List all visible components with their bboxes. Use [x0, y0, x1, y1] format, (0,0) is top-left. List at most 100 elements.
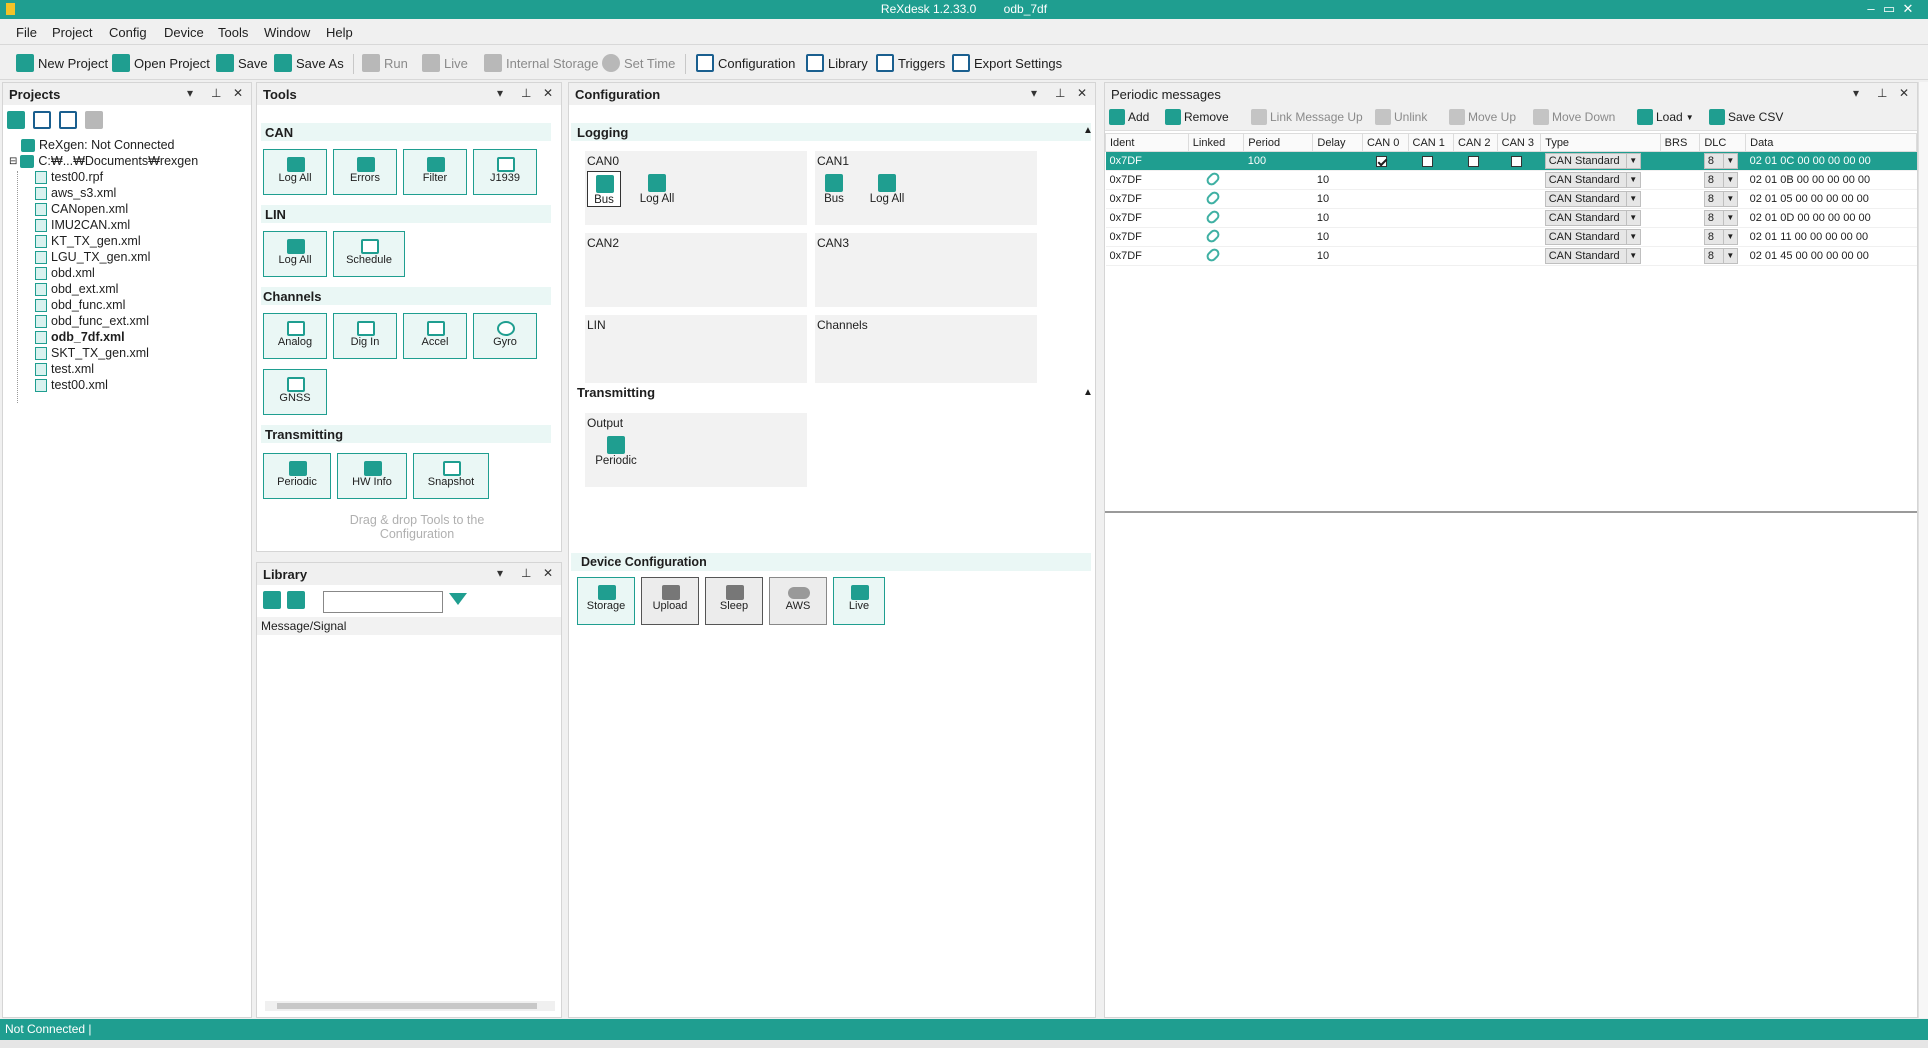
cell-linked[interactable] — [1188, 151, 1244, 171]
cell-type[interactable]: CAN Standard ▼ — [1540, 151, 1661, 171]
close-panel-icon[interactable]: ✕ — [1077, 86, 1087, 100]
tool-analog[interactable]: Analog — [263, 313, 327, 359]
cell-can1[interactable] — [1408, 189, 1454, 209]
cell-delay[interactable]: 10 — [1312, 246, 1363, 266]
edit-file-icon[interactable] — [33, 111, 51, 129]
tool-gyro[interactable]: Gyro — [473, 313, 537, 359]
device-live[interactable]: Live — [833, 577, 885, 625]
cell-can0[interactable] — [1362, 227, 1409, 247]
load-button[interactable]: Load ▼ — [1637, 109, 1694, 125]
pin-icon[interactable]: ⊥ — [211, 86, 221, 100]
cell-ident[interactable]: 0x7DF — [1105, 208, 1189, 228]
col-type[interactable]: Type — [1540, 133, 1661, 152]
configuration-button[interactable]: Configuration — [696, 51, 795, 75]
panel-menu-icon[interactable]: ▾ — [187, 86, 193, 100]
type-select[interactable]: CAN Standard ▼ — [1544, 191, 1641, 207]
maximize-button[interactable]: ▭ — [1880, 1, 1898, 17]
device-upload[interactable]: Upload — [641, 577, 699, 625]
tool-lin-schedule[interactable]: Schedule — [333, 231, 405, 277]
project-file-item[interactable]: obd_ext.xml — [35, 281, 118, 297]
panel-menu-icon[interactable]: ▾ — [1031, 86, 1037, 100]
cell-delay[interactable]: 10 — [1312, 189, 1363, 209]
cell-data[interactable]: 02 01 0C 00 00 00 00 00 — [1745, 151, 1917, 171]
table-row[interactable]: 0x7DF 10 CAN Standard ▼ 8 ▼ 02 01 11 00 00 00 … — [1105, 227, 1917, 247]
menu-help[interactable]: Help — [326, 25, 353, 40]
col-brs[interactable]: BRS — [1659, 133, 1701, 152]
can0-slot[interactable]: CAN0 Bus Log All — [585, 151, 807, 225]
cell-can2[interactable] — [1453, 208, 1498, 228]
cell-brs[interactable] — [1660, 246, 1700, 266]
tree-root-device[interactable]: ReXgen: Not Connected — [21, 137, 175, 153]
save-csv-button[interactable]: Save CSV — [1709, 109, 1783, 125]
menu-device[interactable]: Device — [164, 25, 204, 40]
cell-data[interactable]: 02 01 11 00 00 00 00 00 — [1745, 227, 1917, 247]
tool-can-j1939[interactable]: J1939 — [473, 149, 537, 195]
new-project-button[interactable]: New Project — [16, 51, 108, 75]
menu-window[interactable]: Window — [264, 25, 310, 40]
cell-dlc[interactable]: 8 ▼ — [1699, 227, 1746, 247]
channels-slot[interactable]: Channels — [815, 315, 1037, 389]
remove-message-button[interactable]: Remove — [1165, 109, 1229, 125]
device-sleep[interactable]: Sleep — [705, 577, 763, 625]
cell-can2[interactable] — [1453, 170, 1498, 190]
project-file-item[interactable]: obd.xml — [35, 265, 95, 281]
run-button[interactable]: Run — [362, 51, 408, 75]
collapse-transmitting-icon[interactable]: ▲ — [1083, 387, 1093, 398]
cell-dlc[interactable]: 8 ▼ — [1699, 208, 1746, 228]
cell-data[interactable]: 02 01 0D 00 00 00 00 00 — [1745, 208, 1917, 228]
tool-accel[interactable]: Accel — [403, 313, 467, 359]
cell-dlc[interactable]: 8 ▼ — [1699, 151, 1746, 171]
type-select[interactable]: CAN Standard ▼ — [1544, 172, 1641, 188]
cell-can0[interactable] — [1362, 189, 1409, 209]
device-aws[interactable]: AWS — [769, 577, 827, 625]
dlc-select[interactable]: 8 ▼ — [1703, 172, 1738, 188]
can1-log-all-item[interactable]: Log All — [865, 171, 909, 207]
menu-file[interactable]: File — [16, 25, 37, 40]
cell-ident[interactable]: 0x7DF — [1105, 170, 1189, 190]
project-file-item[interactable]: obd_func.xml — [35, 297, 125, 313]
cell-can2[interactable] — [1453, 151, 1498, 171]
dlc-select[interactable]: 8 ▼ — [1703, 229, 1738, 245]
cell-ident[interactable]: 0x7DF — [1105, 189, 1189, 209]
tool-hw-info[interactable]: HW Info — [337, 453, 407, 499]
col-data[interactable]: Data — [1745, 133, 1917, 152]
cell-can1[interactable] — [1408, 151, 1454, 171]
add-database-icon[interactable] — [263, 591, 281, 609]
can1-checkbox[interactable] — [1422, 155, 1434, 167]
tool-dig-in[interactable]: Dig In — [333, 313, 397, 359]
dlc-select[interactable]: 8 ▼ — [1703, 153, 1738, 169]
cell-brs[interactable] — [1660, 227, 1700, 247]
library-scrollbar[interactable] — [265, 1001, 555, 1011]
move-down-button[interactable]: Move Down — [1533, 109, 1615, 125]
cell-ident[interactable]: 0x7DF — [1105, 227, 1189, 247]
panel-splitter[interactable] — [1105, 511, 1917, 513]
cell-ident[interactable]: 0x7DF — [1105, 246, 1189, 266]
set-time-button[interactable]: Set Time — [602, 51, 675, 75]
can0-bus-item[interactable]: Bus — [587, 171, 621, 207]
cell-linked[interactable] — [1188, 170, 1244, 190]
filter-icon[interactable] — [449, 593, 467, 605]
cell-dlc[interactable]: 8 ▼ — [1699, 189, 1746, 209]
table-row[interactable]: 0x7DF 10 CAN Standard ▼ 8 ▼ 02 01 05 00 00 00 … — [1105, 189, 1917, 209]
tool-snapshot[interactable]: Snapshot — [413, 453, 489, 499]
cell-type[interactable]: CAN Standard ▼ — [1540, 189, 1661, 209]
close-panel-icon[interactable]: ✕ — [233, 86, 243, 100]
cell-period[interactable] — [1243, 227, 1313, 247]
settings-icon[interactable] — [85, 111, 103, 129]
cell-can3[interactable] — [1497, 227, 1541, 247]
close-panel-icon[interactable]: ✕ — [543, 566, 553, 580]
cell-can1[interactable] — [1408, 246, 1454, 266]
cell-delay[interactable]: 10 — [1312, 227, 1363, 247]
cell-linked[interactable] — [1188, 208, 1244, 228]
cell-can3[interactable] — [1497, 189, 1541, 209]
table-row[interactable]: 0x7DF 100 CAN Standard ▼ 8 ▼ 02 01 0C 00 00 00… — [1105, 151, 1917, 171]
close-panel-icon[interactable]: ✕ — [543, 86, 553, 100]
cell-brs[interactable] — [1660, 189, 1700, 209]
panel-menu-icon[interactable]: ▾ — [497, 566, 503, 580]
tool-periodic[interactable]: Periodic — [263, 453, 331, 499]
project-file-item[interactable]: LGU_TX_gen.xml — [35, 249, 150, 265]
type-select[interactable]: CAN Standard ▼ — [1544, 153, 1641, 169]
scrollbar-thumb[interactable] — [277, 1003, 537, 1009]
pin-icon[interactable]: ⊥ — [521, 86, 531, 100]
close-panel-icon[interactable]: ✕ — [1899, 86, 1909, 100]
